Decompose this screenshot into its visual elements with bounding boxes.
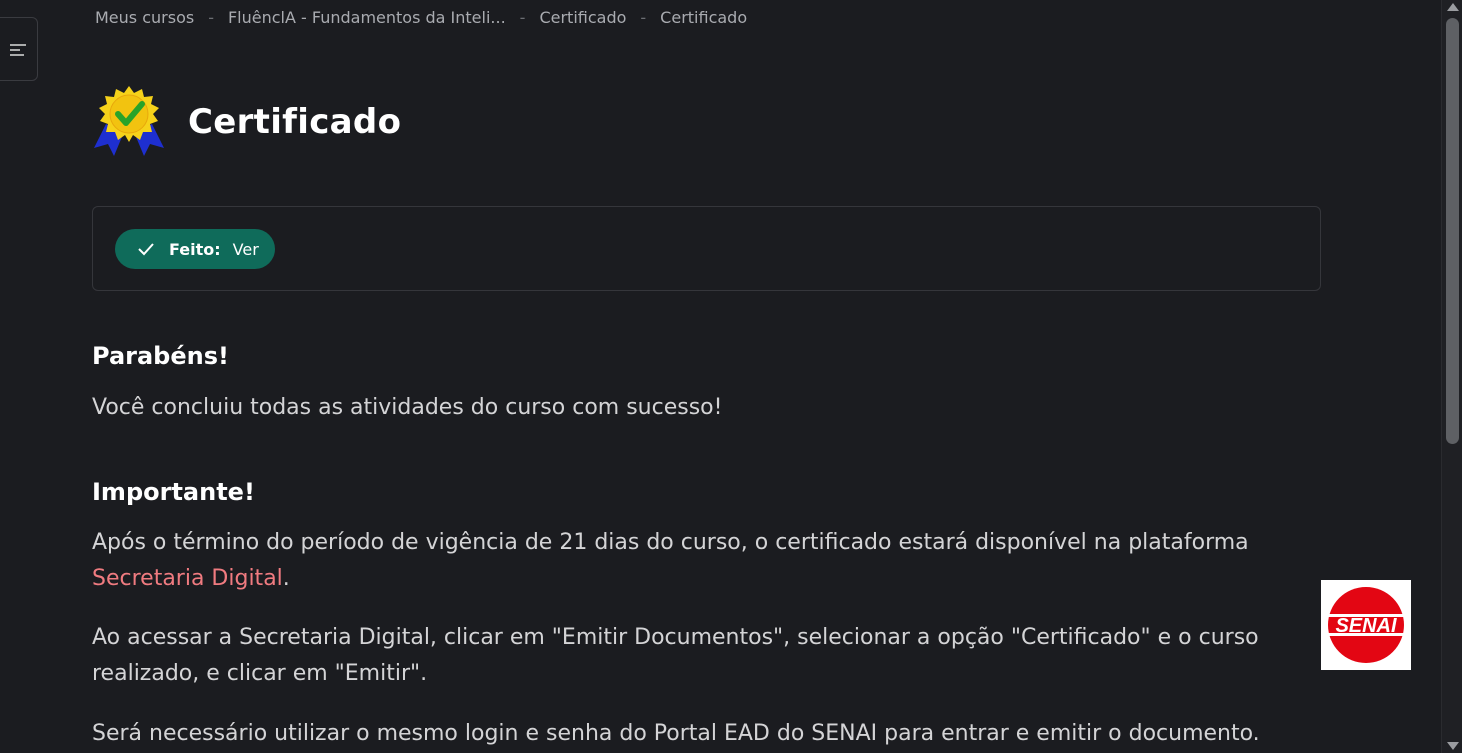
menu-icon — [10, 44, 26, 56]
breadcrumb-item-course[interactable]: FluênclA - Fundamentos da Inteli... — [228, 8, 506, 27]
senai-logo-mark: SENAI — [1328, 587, 1404, 663]
availability-text: Após o término do período de vigência de… — [92, 530, 1249, 555]
check-icon — [138, 243, 154, 256]
scroll-up-arrow-icon[interactable] — [1447, 3, 1459, 11]
scrollbar-thumb[interactable] — [1446, 18, 1459, 444]
breadcrumb-item-current[interactable]: Certificado — [660, 8, 747, 27]
scroll-down-arrow-icon[interactable] — [1447, 742, 1459, 750]
completion-value: Ver — [232, 239, 259, 259]
breadcrumb-separator: - — [640, 8, 647, 27]
availability-period: . — [282, 566, 290, 591]
page-header: Certificado — [92, 86, 401, 158]
page-title: Certificado — [188, 102, 402, 142]
svg-text:SENAI: SENAI — [1335, 615, 1397, 637]
breadcrumb-item-meus-cursos[interactable]: Meus cursos — [95, 8, 194, 27]
breadcrumb: Meus cursos - FluênclA - Fundamentos da … — [95, 8, 747, 27]
activity-completion-box: Feito: Ver — [92, 206, 1321, 291]
completion-label: Feito: — [169, 239, 221, 259]
congratulations-text: Você concluiu todas as atividades do cur… — [92, 395, 723, 420]
completion-status-badge: Feito: Ver — [115, 229, 275, 269]
certificate-award-icon — [94, 86, 164, 156]
vertical-scrollbar[interactable] — [1441, 0, 1462, 753]
breadcrumb-item-section[interactable]: Certificado — [539, 8, 626, 27]
instructions-paragraph: Ao acessar a Secretaria Digital, clicar … — [92, 625, 1259, 686]
senai-logo[interactable]: SENAI — [1321, 580, 1411, 670]
congratulations-heading: Parabéns! — [92, 342, 229, 370]
important-heading: Importante! — [92, 478, 255, 506]
availability-paragraph: Após o término do período de vigência de… — [92, 525, 1307, 597]
secretaria-digital-link[interactable]: Secretaria Digital — [92, 566, 283, 591]
breadcrumb-separator: - — [208, 8, 214, 27]
breadcrumb-separator: - — [519, 8, 526, 27]
course-index-toggle-button[interactable] — [0, 17, 38, 81]
login-note-paragraph: Será necessário utilizar o mesmo login e… — [92, 721, 1260, 746]
